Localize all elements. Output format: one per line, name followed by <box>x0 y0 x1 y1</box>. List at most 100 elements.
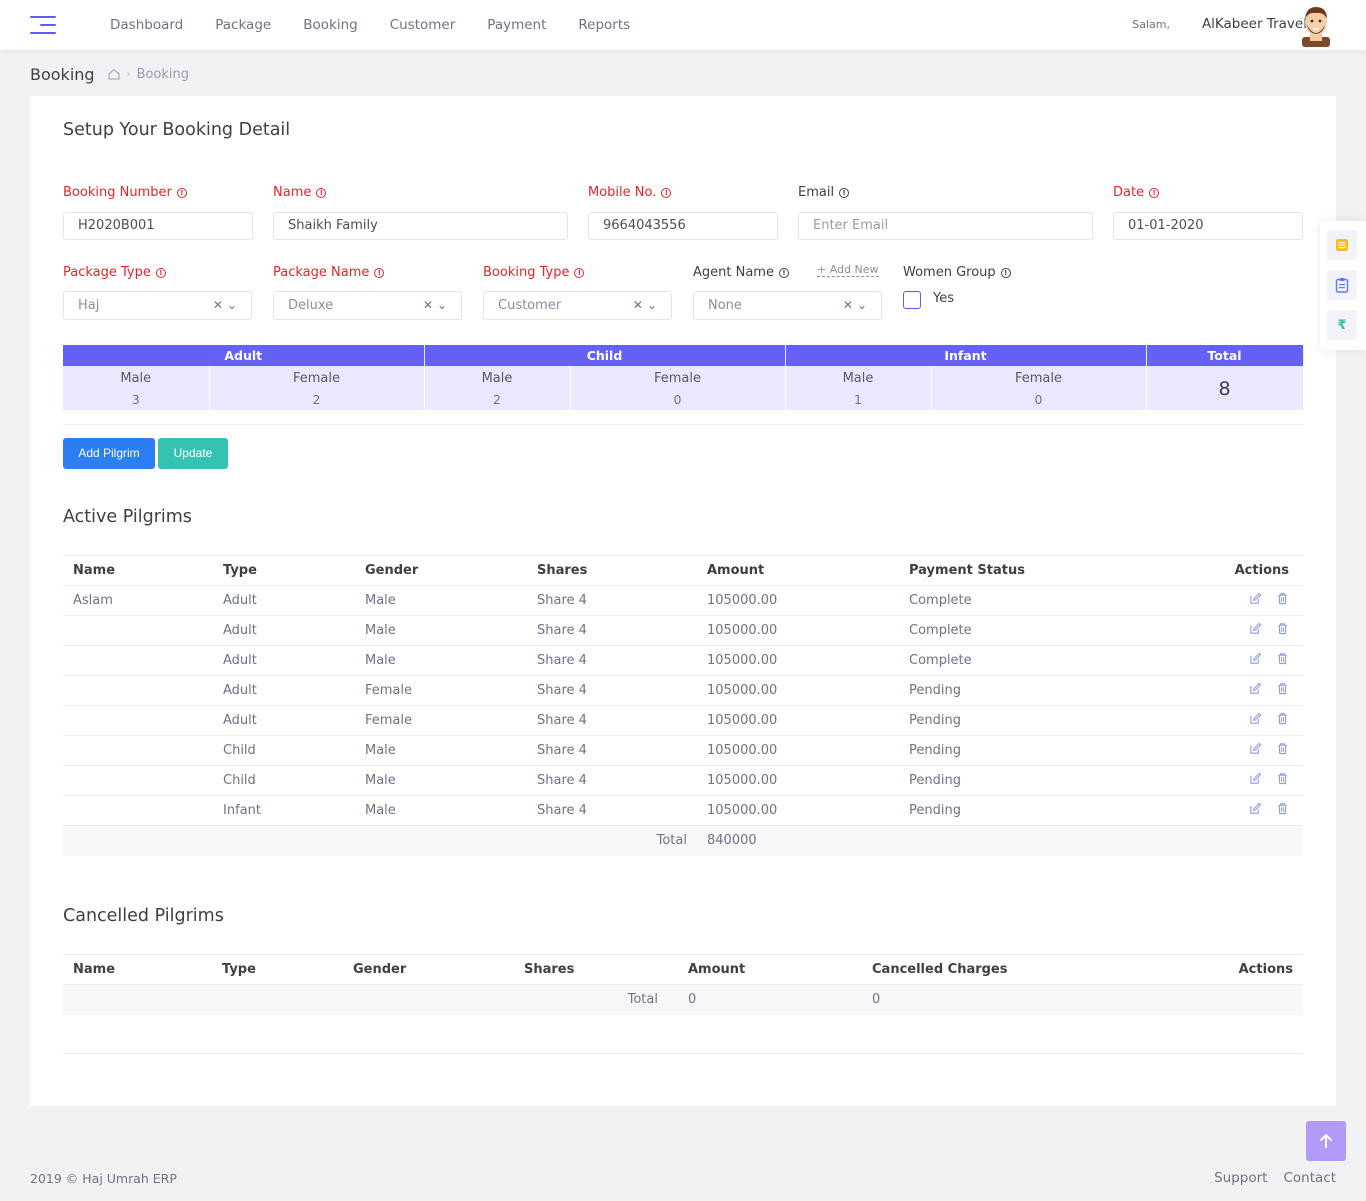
col-amount[interactable]: Amount <box>697 555 899 586</box>
page-title: Booking <box>30 64 95 84</box>
total-count: 8 <box>1146 366 1304 410</box>
col-gender[interactable]: Gender <box>343 954 514 985</box>
pilgrim-shares: Share 4 <box>527 615 697 646</box>
info-icon[interactable]: ! <box>374 267 385 278</box>
col-shares[interactable]: Shares <box>527 555 697 586</box>
edit-icon[interactable] <box>1249 652 1262 669</box>
package-type-label: Package Type <box>63 265 151 280</box>
date-field: Date! 01-01-2020 <box>1113 185 1303 240</box>
nav-dashboard[interactable]: Dashboard <box>94 0 199 50</box>
pilgrim-amount: 105000.00 <box>697 795 899 826</box>
package-type-value: Haj <box>78 298 100 313</box>
pilgrim-type: Adult <box>213 645 355 676</box>
clear-chevron-down-icon[interactable]: ✕⌄ <box>843 292 871 319</box>
email-input[interactable]: Enter Email <box>798 212 1093 240</box>
info-icon[interactable]: ! <box>176 187 187 198</box>
col-actions: Actions <box>1162 954 1303 985</box>
edit-icon[interactable] <box>1249 622 1262 639</box>
col-actions: Actions <box>1149 555 1303 586</box>
pilgrim-payment-status: Pending <box>899 675 1149 706</box>
clipboard-icon[interactable] <box>1327 270 1357 300</box>
row-actions <box>1149 675 1303 706</box>
pilgrim-name <box>63 615 213 646</box>
edit-icon[interactable] <box>1249 772 1262 789</box>
top-bar: Dashboard Package Booking Customer Payme… <box>0 0 1366 50</box>
pilgrim-shares: Share 4 <box>527 675 697 706</box>
women-group-label: Women Group <box>903 265 996 280</box>
package-name-select[interactable]: Deluxe ✕⌄ <box>273 291 462 320</box>
info-icon[interactable]: ! <box>661 187 672 198</box>
info-icon[interactable]: ! <box>574 267 585 278</box>
trash-icon[interactable] <box>1276 712 1289 729</box>
pilgrim-shares: Share 4 <box>527 645 697 676</box>
avatar[interactable] <box>1296 3 1336 47</box>
col-name[interactable]: Name <box>63 954 212 985</box>
mobile-input[interactable]: 9664043556 <box>588 212 778 240</box>
trash-icon[interactable] <box>1276 772 1289 789</box>
booking-type-select[interactable]: Customer ✕⌄ <box>483 291 672 320</box>
add-new-agent-link[interactable]: + Add New <box>817 263 879 277</box>
col-name[interactable]: Name <box>63 555 213 586</box>
col-type[interactable]: Type <box>213 555 355 586</box>
name-input[interactable]: Shaikh Family <box>273 212 568 240</box>
info-icon[interactable]: ! <box>1149 187 1160 198</box>
total-cancelled-charges: 0 <box>862 984 1162 1015</box>
nav-reports[interactable]: Reports <box>562 0 646 50</box>
edit-icon[interactable] <box>1249 592 1262 609</box>
trash-icon[interactable] <box>1276 652 1289 669</box>
edit-icon[interactable] <box>1249 682 1262 699</box>
pilgrim-shares: Share 4 <box>527 765 697 796</box>
col-cancelled-charges[interactable]: Cancelled Charges <box>862 954 1162 985</box>
edit-icon[interactable] <box>1249 742 1262 759</box>
trash-icon[interactable] <box>1276 682 1289 699</box>
nav-package[interactable]: Package <box>199 0 287 50</box>
rupee-icon[interactable]: ₹ <box>1327 310 1357 340</box>
package-type-select[interactable]: Haj ✕⌄ <box>63 291 252 320</box>
table-header-row: Name Type Gender Shares Amount Cancelled… <box>63 954 1303 985</box>
info-icon[interactable]: ! <box>155 267 166 278</box>
pilgrim-payment-status: Complete <box>899 645 1149 676</box>
add-pilgrim-button[interactable]: Add Pilgrim <box>63 438 155 469</box>
child-header: Child <box>424 345 786 366</box>
women-group-checkbox[interactable] <box>903 291 921 309</box>
footer-support-link[interactable]: Support <box>1214 1170 1267 1186</box>
footer-contact-link[interactable]: Contact <box>1283 1170 1336 1186</box>
nav-booking[interactable]: Booking <box>287 0 373 50</box>
clear-chevron-down-icon[interactable]: ✕⌄ <box>423 292 451 319</box>
pilgrim-name <box>63 645 213 676</box>
list-icon[interactable] <box>1327 230 1357 260</box>
info-icon[interactable]: ! <box>316 187 327 198</box>
trash-icon[interactable] <box>1276 742 1289 759</box>
agent-name-select[interactable]: None ✕⌄ <box>693 291 882 320</box>
edit-icon[interactable] <box>1249 802 1262 819</box>
adult-male-count: 3 <box>63 388 210 410</box>
booking-number-input[interactable]: H2020B001 <box>63 212 253 240</box>
update-button[interactable]: Update <box>158 438 228 469</box>
package-name-field: Package Name! Deluxe ✕⌄ <box>273 265 462 320</box>
scroll-top-button[interactable] <box>1306 1121 1346 1161</box>
trash-icon[interactable] <box>1276 622 1289 639</box>
col-type[interactable]: Type <box>212 954 343 985</box>
clear-chevron-down-icon[interactable]: ✕⌄ <box>213 292 241 319</box>
pilgrim-amount: 105000.00 <box>697 645 899 676</box>
col-amount[interactable]: Amount <box>678 954 862 985</box>
info-icon[interactable]: ! <box>839 187 850 198</box>
breadcrumb-booking[interactable]: Booking <box>137 67 189 82</box>
clear-chevron-down-icon[interactable]: ✕⌄ <box>633 292 661 319</box>
pilgrim-amount: 105000.00 <box>697 765 899 796</box>
nav-payment[interactable]: Payment <box>471 0 562 50</box>
col-payment-status[interactable]: Payment Status <box>899 555 1149 586</box>
trash-icon[interactable] <box>1276 802 1289 819</box>
pilgrim-gender: Female <box>355 705 527 736</box>
nav-customer[interactable]: Customer <box>374 0 472 50</box>
col-shares[interactable]: Shares <box>514 954 678 985</box>
col-gender[interactable]: Gender <box>355 555 527 586</box>
trash-icon[interactable] <box>1276 592 1289 609</box>
menu-toggle-icon[interactable] <box>30 14 56 36</box>
home-icon[interactable] <box>107 67 121 81</box>
info-icon[interactable]: ! <box>778 267 789 278</box>
date-input[interactable]: 01-01-2020 <box>1113 212 1303 240</box>
table-row: Child Male Share 4 105000.00 Pending <box>63 765 1303 796</box>
info-icon[interactable]: ! <box>1000 267 1011 278</box>
edit-icon[interactable] <box>1249 712 1262 729</box>
